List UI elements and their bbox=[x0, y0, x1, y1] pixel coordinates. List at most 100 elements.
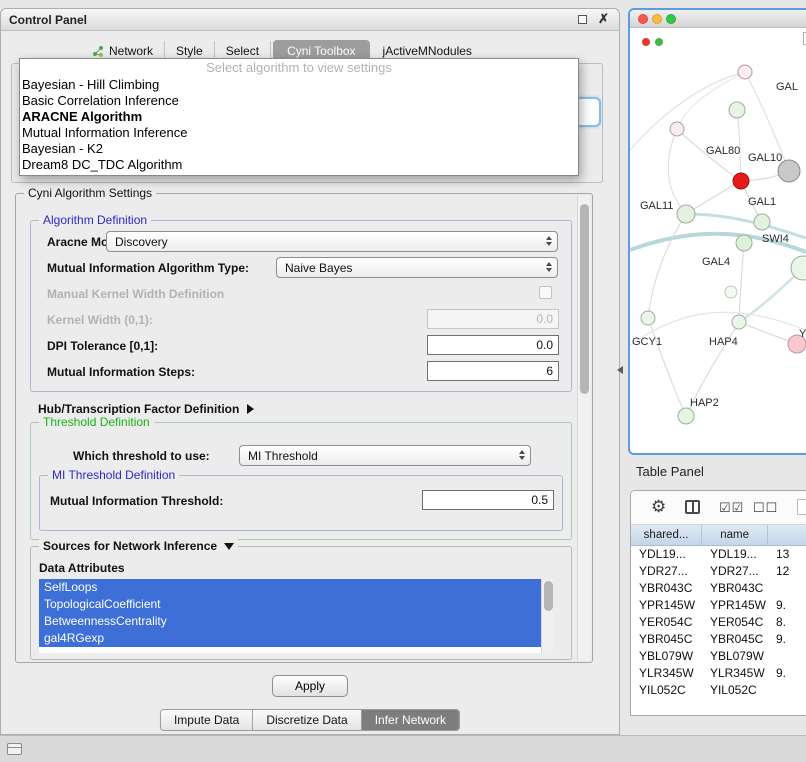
collapse-down-icon[interactable] bbox=[224, 543, 234, 550]
table-cell bbox=[768, 580, 806, 597]
network-node[interactable] bbox=[754, 214, 770, 230]
tab-label: Cyni Toolbox bbox=[287, 44, 355, 58]
toolbar-overflow-icon[interactable] bbox=[797, 499, 806, 515]
table-cell: YBR043C bbox=[631, 580, 702, 597]
table-cell: YIL052C bbox=[702, 682, 768, 699]
float-window-icon[interactable] bbox=[578, 15, 587, 24]
table-cell: YBR043C bbox=[702, 580, 768, 597]
table-row[interactable]: YDR27...YDR27...12 bbox=[631, 563, 806, 580]
node-label: Y bbox=[799, 328, 806, 340]
settings-scrollbar[interactable] bbox=[577, 196, 590, 660]
table-header: shared...name bbox=[631, 525, 806, 546]
table-panel-window: ⚙ ☑☑ ☐☐ shared...name YDL19...YDL19...13… bbox=[630, 490, 806, 716]
network-canvas[interactable]: GALGAL80GAL10GAL11GAL1SWI4GAL4GCY1HAP4YH… bbox=[630, 28, 806, 453]
close-icon[interactable]: ✗ bbox=[598, 11, 609, 27]
deselect-all-columns-icon[interactable]: ☐☐ bbox=[753, 500, 778, 516]
table-cell: 8. bbox=[768, 614, 806, 631]
attribute-list-item[interactable]: BetweennessCentrality bbox=[39, 613, 541, 630]
attribute-list-scrollbar[interactable] bbox=[541, 579, 553, 653]
zoom-traffic-light[interactable] bbox=[666, 14, 676, 24]
expand-right-icon[interactable] bbox=[247, 404, 254, 414]
network-node[interactable] bbox=[733, 173, 749, 189]
network-node[interactable] bbox=[677, 205, 695, 223]
table-cell: YER054C bbox=[702, 614, 768, 631]
network-node[interactable] bbox=[738, 65, 752, 79]
view-indicator-dot[interactable] bbox=[642, 38, 650, 46]
panel-splitter-arrow[interactable] bbox=[617, 366, 623, 374]
algorithm-option[interactable]: Bayesian - K2 bbox=[20, 141, 578, 157]
table-cell: YBL079W bbox=[631, 648, 702, 665]
column-header[interactable]: shared... bbox=[631, 525, 702, 545]
algorithm-option[interactable]: Dream8 DC_TDC Algorithm bbox=[20, 157, 578, 173]
algorithm-option[interactable]: Bayesian - Hill Climbing bbox=[20, 77, 578, 93]
gear-icon[interactable]: ⚙ bbox=[651, 497, 666, 517]
settings-group-title: Cyni Algorithm Settings bbox=[24, 186, 156, 200]
manual-kernel-label: Manual Kernel Width Definition bbox=[47, 287, 224, 301]
kernel-width-input[interactable]: 0.0 bbox=[427, 309, 559, 329]
attribute-list-item[interactable]: TopologicalCoefficient bbox=[39, 596, 541, 613]
select-all-columns-icon[interactable]: ☑☑ bbox=[719, 500, 744, 516]
mi-threshold-label: Mutual Information Threshold: bbox=[50, 494, 223, 508]
apply-button[interactable]: Apply bbox=[272, 675, 348, 697]
column-header[interactable]: name bbox=[702, 525, 768, 545]
algorithm-option[interactable]: Basic Correlation Inference bbox=[20, 93, 578, 109]
network-node[interactable] bbox=[732, 315, 746, 329]
table-row[interactable]: YPR145WYPR145W9. bbox=[631, 597, 806, 614]
table-row[interactable]: YBR043CYBR043C bbox=[631, 580, 806, 597]
network-node[interactable] bbox=[725, 286, 737, 298]
network-node[interactable] bbox=[729, 102, 745, 118]
sources-group-title[interactable]: Sources for Network Inference bbox=[39, 539, 238, 553]
window-title: Control Panel bbox=[9, 13, 87, 27]
which-threshold-select[interactable]: MI Threshold bbox=[239, 445, 531, 466]
table-row[interactable]: YIL052CYIL052C bbox=[631, 682, 806, 699]
manual-kernel-checkbox[interactable] bbox=[539, 286, 552, 299]
algorithm-option[interactable]: Mutual Information Inference bbox=[20, 125, 578, 141]
network-view-window: GALGAL80GAL10GAL11GAL1SWI4GAL4GCY1HAP4YH… bbox=[628, 8, 806, 455]
table-cell bbox=[768, 648, 806, 665]
network-node[interactable] bbox=[670, 122, 684, 136]
tab-impute-data[interactable]: Impute Data bbox=[161, 710, 253, 730]
table-cell: YLR345W bbox=[702, 665, 768, 682]
view-indicator-dot[interactable] bbox=[655, 38, 663, 46]
node-label: HAP4 bbox=[709, 336, 738, 348]
node-label: HAP2 bbox=[690, 397, 719, 409]
panel-dock-icon[interactable] bbox=[7, 743, 22, 755]
tab-label: Style bbox=[176, 44, 203, 58]
dpi-tolerance-input[interactable]: 0.0 bbox=[427, 335, 559, 355]
network-node[interactable] bbox=[678, 408, 694, 424]
algorithm-dropdown-popup: Select algorithm to view settings Bayesi… bbox=[19, 58, 579, 176]
column-header[interactable] bbox=[768, 525, 806, 545]
network-window-titlebar bbox=[630, 10, 806, 28]
minimize-traffic-light[interactable] bbox=[652, 14, 662, 24]
algorithm-definition-title: Algorithm Definition bbox=[39, 213, 151, 227]
table-cell bbox=[768, 682, 806, 699]
scroll-thumb[interactable] bbox=[544, 581, 553, 611]
tab-discretize-data[interactable]: Discretize Data bbox=[253, 710, 361, 730]
mi-type-select[interactable]: Naive Bayes bbox=[276, 257, 558, 278]
aracne-mode-select[interactable]: Discovery bbox=[106, 231, 558, 252]
network-node[interactable] bbox=[641, 311, 655, 325]
table-row[interactable]: YBL079WYBL079W bbox=[631, 648, 806, 665]
attribute-list-item[interactable]: gal4RGexp bbox=[39, 630, 541, 647]
mi-threshold-input[interactable]: 0.5 bbox=[422, 490, 554, 510]
table-row[interactable]: YDL19...YDL19...13 bbox=[631, 546, 806, 563]
columns-icon[interactable] bbox=[685, 500, 700, 514]
dropdown-placeholder: Select algorithm to view settings bbox=[20, 59, 578, 77]
network-edge bbox=[648, 214, 686, 318]
network-node[interactable] bbox=[736, 235, 752, 251]
mi-steps-input[interactable]: 6 bbox=[427, 361, 559, 381]
which-threshold-value: MI Threshold bbox=[248, 449, 318, 463]
tab-infer-network[interactable]: Infer Network bbox=[362, 710, 459, 730]
combo-arrows-icon bbox=[546, 262, 552, 272]
hub-definition-label: Hub/Transcription Factor Definition bbox=[38, 402, 239, 416]
table-row[interactable]: YER054CYER054C8. bbox=[631, 614, 806, 631]
close-traffic-light[interactable] bbox=[638, 14, 648, 24]
algorithm-option[interactable]: ARACNE Algorithm bbox=[20, 109, 578, 125]
scroll-thumb[interactable] bbox=[580, 204, 589, 394]
table-cell: YDL19... bbox=[702, 546, 768, 563]
attribute-list-item[interactable]: SelfLoops bbox=[39, 579, 541, 596]
table-row[interactable]: YLR345WYLR345W9. bbox=[631, 665, 806, 682]
table-row[interactable]: YBR045CYBR045C9. bbox=[631, 631, 806, 648]
bottom-tab-group: Impute Data Discretize Data Infer Networ… bbox=[160, 709, 460, 731]
table-cell: YBR045C bbox=[702, 631, 768, 648]
